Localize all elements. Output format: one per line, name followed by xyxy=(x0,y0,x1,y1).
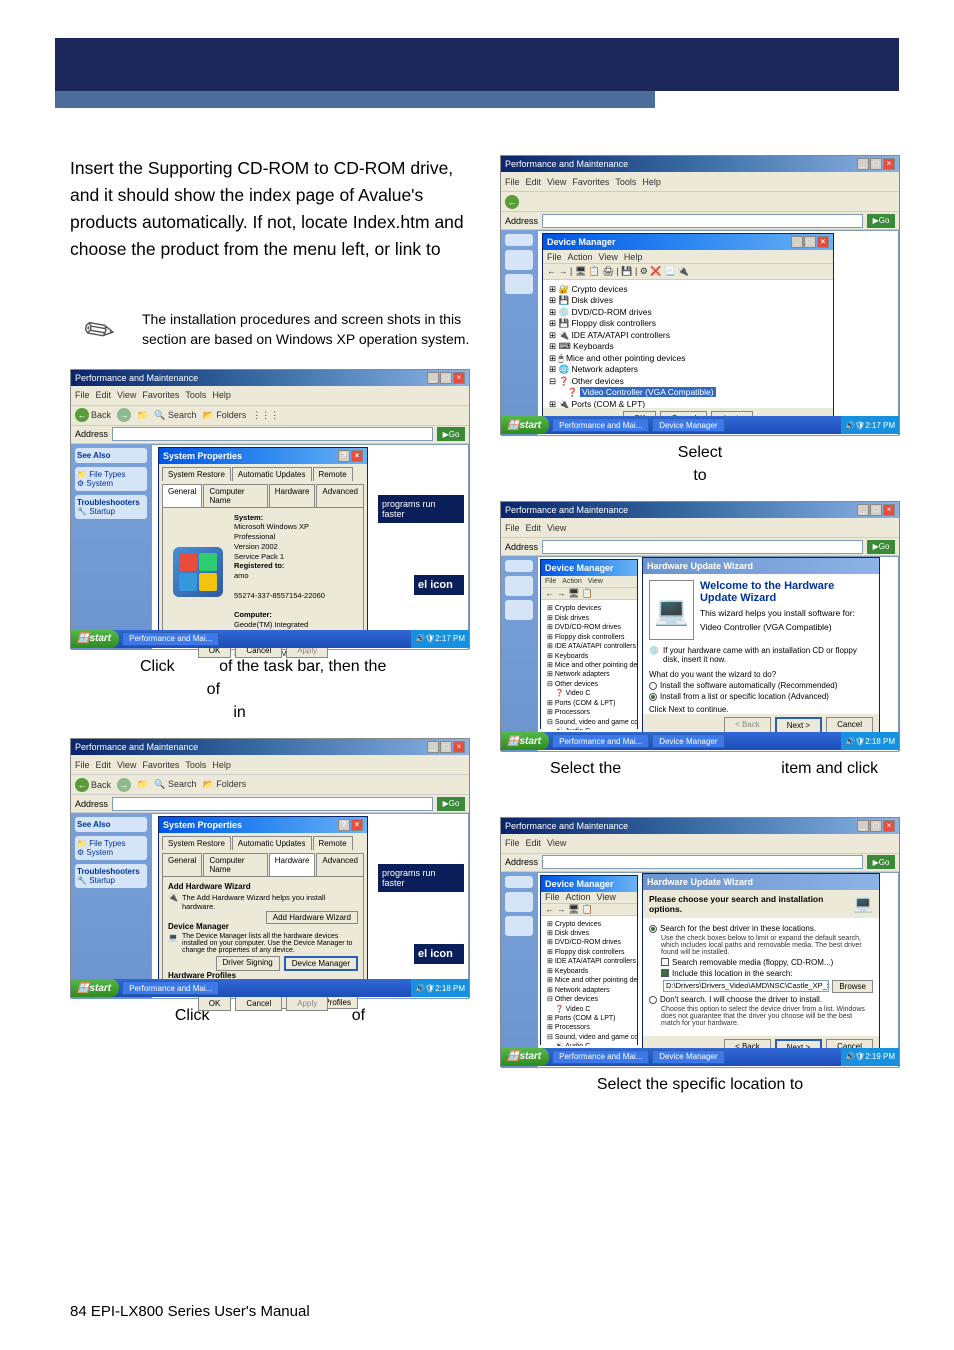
caption-step4: Select the item and click xyxy=(500,757,900,780)
header-banner xyxy=(55,38,899,108)
screenshot-step2: Performance and Maintenance_□× FileEditV… xyxy=(70,738,470,998)
note-pen-icon: ✎ xyxy=(58,289,142,373)
start-button: 🪟 start xyxy=(71,630,119,648)
screenshot-step4: Performance and Maintenance_□× FileEditV… xyxy=(500,501,900,751)
page-footer: 84 EPI-LX800 Series User's Manual xyxy=(70,1303,310,1320)
screenshot-step1: Performance and Maintenance_□× FileEditV… xyxy=(70,369,470,649)
screenshot-step3: Performance and Maintenance_□× FileEditV… xyxy=(500,155,900,435)
caption-step1: Click of the task bar, then the of in xyxy=(70,655,470,725)
note-text: The installation procedures and screen s… xyxy=(142,301,470,361)
screenshot-step5: Performance and Maintenance_□× FileEditV… xyxy=(500,817,900,1067)
caption-step3: Select to xyxy=(500,441,900,487)
intro-text: Insert the Supporting CD-ROM to CD-ROM d… xyxy=(70,155,470,291)
caption-step5: Select the specific location to xyxy=(500,1073,900,1096)
